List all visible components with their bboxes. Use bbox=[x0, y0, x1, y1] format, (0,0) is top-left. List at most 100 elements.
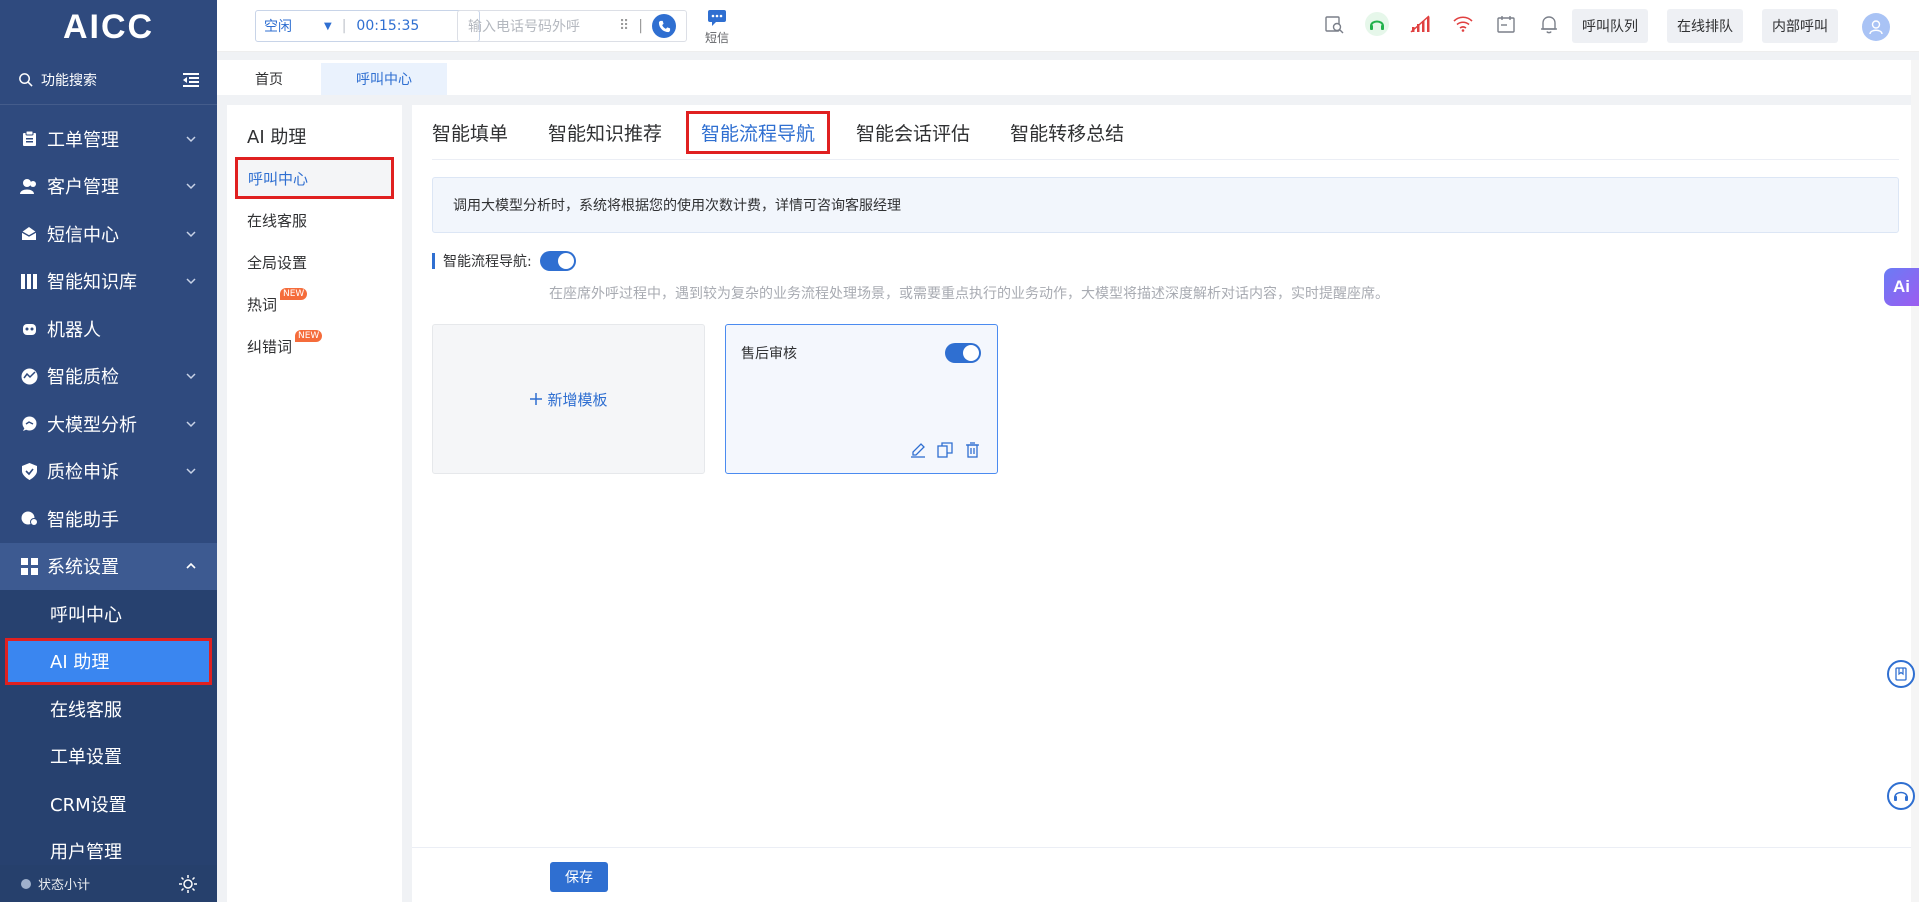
chevron-down-icon bbox=[186, 278, 196, 285]
sub-item-user-management[interactable]: 用户管理 bbox=[0, 828, 217, 866]
sidebar-item-label: 智能助手 bbox=[47, 509, 119, 531]
bookmark-float-button[interactable] bbox=[1887, 660, 1915, 688]
top-bar: 空闲 ▼ | 00:15:35 输入电话号码外呼 ⠿ | 短信 呼叫队列 在线排… bbox=[217, 0, 1919, 52]
sub-item-online-service[interactable]: 在线客服 bbox=[0, 685, 217, 733]
sidebar-item-ticket[interactable]: 工单管理 bbox=[0, 115, 217, 163]
headset-icon[interactable] bbox=[1365, 12, 1389, 36]
sidebar-item-label: 质检申诉 bbox=[47, 462, 119, 484]
sidebar-item-llm-analysis[interactable]: 大模型分析 bbox=[0, 400, 217, 448]
ai-assistant-float-button[interactable]: Ai bbox=[1884, 268, 1919, 306]
page-scrollbar[interactable] bbox=[1911, 60, 1919, 902]
subnav-item-online-service[interactable]: 在线客服 bbox=[227, 199, 402, 241]
online-queue-button[interactable]: 在线排队 bbox=[1667, 9, 1743, 43]
sun-theme-icon[interactable] bbox=[179, 874, 197, 893]
search-record-icon[interactable] bbox=[1322, 12, 1346, 36]
sidebar-item-appeal[interactable]: 质检申诉 bbox=[0, 448, 217, 496]
tab-call-center[interactable]: 呼叫中心 bbox=[321, 63, 447, 95]
sidebar: AICC 功能搜索 工单管理 客户管理 短信中心 智能知识库 机器人 智能质检 … bbox=[0, 0, 217, 902]
sidebar-item-assistant[interactable]: 智能助手 bbox=[0, 495, 217, 543]
sidebar-item-label: 系统设置 bbox=[47, 557, 119, 579]
sms-label: 短信 bbox=[704, 31, 729, 45]
sidebar-item-system-settings[interactable]: 系统设置 bbox=[0, 542, 217, 590]
subnav-item-label: 纠错词 bbox=[247, 337, 293, 356]
tab-knowledge-recommend[interactable]: 智能知识推荐 bbox=[548, 114, 662, 151]
chat-icon bbox=[20, 415, 38, 433]
bell-icon[interactable] bbox=[1537, 12, 1561, 36]
tab-flow-navigation[interactable]: 智能流程导航 bbox=[686, 110, 831, 154]
assistant-icon bbox=[20, 510, 38, 528]
flow-navigation-switch[interactable] bbox=[539, 251, 576, 271]
sms-button[interactable]: 短信 bbox=[702, 10, 732, 46]
phone-icon bbox=[658, 20, 670, 32]
sidebar-item-sms[interactable]: 短信中心 bbox=[0, 210, 217, 258]
delete-icon[interactable] bbox=[963, 441, 981, 459]
search-icon bbox=[19, 73, 33, 87]
sub-item-call-center[interactable]: 呼叫中心 bbox=[0, 590, 217, 638]
grid-icon bbox=[20, 557, 38, 575]
subnav-item-global-settings[interactable]: 全局设置 bbox=[227, 241, 402, 283]
sub-item-crm-settings[interactable]: CRM设置 bbox=[0, 780, 217, 828]
bookmark-icon bbox=[1895, 667, 1907, 681]
sidebar-footer: 状态小计 bbox=[0, 865, 217, 902]
tab-transfer-summary[interactable]: 智能转移总结 bbox=[1010, 114, 1124, 151]
sidebar-item-customer[interactable]: 客户管理 bbox=[0, 163, 217, 211]
subnav-item-label: 热词 bbox=[247, 295, 278, 314]
chevron-up-icon bbox=[186, 563, 196, 569]
add-template-label: 新增模板 bbox=[547, 390, 608, 409]
status-summary-label[interactable]: 状态小计 bbox=[38, 874, 179, 893]
sidebar-item-label: 工单管理 bbox=[47, 129, 119, 151]
save-button[interactable]: 保存 bbox=[550, 862, 608, 892]
sidebar-menu: 工单管理 客户管理 短信中心 智能知识库 机器人 智能质检 大模型分析 质检申诉… bbox=[0, 105, 217, 865]
sidebar-item-label: 智能知识库 bbox=[47, 272, 137, 294]
keypad-icon[interactable]: ⠿ bbox=[619, 18, 629, 34]
feature-toggle-row: 智能流程导航: bbox=[432, 249, 576, 273]
chart-icon bbox=[20, 367, 38, 385]
internal-call-button[interactable]: 内部呼叫 bbox=[1762, 9, 1838, 43]
tab-smart-form-fill[interactable]: 智能填单 bbox=[432, 114, 508, 151]
avatar[interactable] bbox=[1862, 13, 1890, 41]
function-search[interactable]: 功能搜索 bbox=[0, 55, 217, 105]
robot-icon bbox=[20, 320, 38, 338]
agent-status-value: 空闲 bbox=[264, 19, 292, 35]
collapse-menu-icon[interactable] bbox=[183, 72, 199, 87]
agent-status-select[interactable]: 空闲 ▼ | 00:15:35 bbox=[255, 10, 480, 42]
section-marker bbox=[432, 253, 435, 269]
main-content: 智能填单 智能知识推荐 智能流程导航 智能会话评估 智能转移总结 调用大模型分析… bbox=[412, 105, 1919, 902]
users-icon bbox=[20, 177, 38, 195]
wifi-icon[interactable] bbox=[1451, 12, 1475, 36]
tab-home[interactable]: 首页 bbox=[225, 63, 313, 95]
call-queue-button[interactable]: 呼叫队列 bbox=[1572, 9, 1648, 43]
tab-session-evaluation[interactable]: 智能会话评估 bbox=[856, 114, 970, 151]
add-template-card[interactable]: 新增模板 bbox=[432, 324, 705, 474]
sidebar-item-knowledge[interactable]: 智能知识库 bbox=[0, 258, 217, 306]
subnav-item-hotwords[interactable]: 热词 NEW bbox=[227, 283, 402, 325]
feature-description: 在座席外呼过程中，遇到较为复杂的业务流程处理场景，或需要重点执行的业务动作，大模… bbox=[549, 286, 1389, 302]
feature-tabs: 智能填单 智能知识推荐 智能流程导航 智能会话评估 智能转移总结 bbox=[432, 105, 1899, 160]
dial-input[interactable]: 输入电话号码外呼 ⠿ | bbox=[457, 10, 687, 42]
toolbar-icons bbox=[1322, 12, 1580, 36]
signal-off-icon[interactable] bbox=[1408, 12, 1432, 36]
sidebar-item-label: 短信中心 bbox=[47, 224, 119, 246]
sub-item-ai-assistant[interactable]: AI 助理 bbox=[5, 637, 212, 685]
caret-down-icon: ▼ bbox=[324, 20, 332, 32]
headset-icon bbox=[1894, 791, 1908, 801]
search-label: 功能搜索 bbox=[41, 72, 97, 89]
template-card[interactable]: 售后审核 bbox=[725, 324, 998, 474]
sub-item-ticket-settings[interactable]: 工单设置 bbox=[0, 733, 217, 781]
call-button[interactable] bbox=[652, 14, 676, 38]
subnav-item-call-center[interactable]: 呼叫中心 bbox=[235, 157, 394, 199]
edit-icon[interactable] bbox=[909, 441, 927, 459]
calendar-icon[interactable] bbox=[1494, 12, 1518, 36]
subnav-item-correction-words[interactable]: 纠错词 NEW bbox=[227, 325, 402, 367]
support-float-button[interactable] bbox=[1887, 782, 1915, 810]
sidebar-item-label: 机器人 bbox=[47, 319, 101, 341]
menu-scroll-cut bbox=[0, 105, 217, 115]
plus-icon bbox=[530, 393, 543, 405]
copy-icon[interactable] bbox=[936, 441, 954, 459]
clipboard-icon bbox=[20, 130, 38, 148]
chevron-down-icon bbox=[186, 468, 196, 475]
sidebar-item-quality[interactable]: 智能质检 bbox=[0, 353, 217, 401]
sidebar-item-robot[interactable]: 机器人 bbox=[0, 305, 217, 353]
chevron-down-icon bbox=[186, 136, 196, 142]
template-switch[interactable] bbox=[945, 343, 981, 363]
